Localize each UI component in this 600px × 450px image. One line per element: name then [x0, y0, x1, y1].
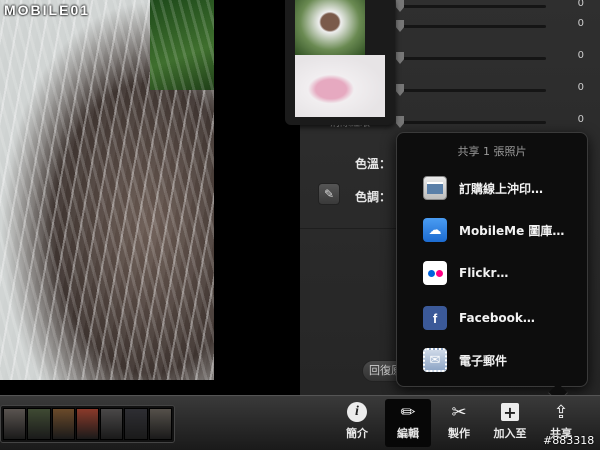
adjust-slider[interactable]: 0: [396, 82, 586, 98]
slider-knob[interactable]: [396, 116, 404, 128]
slider-value: 0: [577, 18, 584, 29]
filmstrip-thumbnail[interactable]: [3, 408, 27, 440]
share-popover-title: 共享 1 張照片: [457, 145, 527, 158]
slider-knob[interactable]: [396, 84, 404, 96]
tint-label: 色調：: [355, 190, 392, 204]
share-item-print[interactable]: 訂購線上沖印…: [423, 173, 583, 203]
slider-knob[interactable]: [396, 0, 404, 12]
adjust-slider[interactable]: 0: [396, 114, 586, 130]
filmstrip-thumbnail[interactable]: [27, 408, 51, 440]
panel-divider: [300, 228, 400, 229]
filmstrip[interactable]: [0, 405, 175, 443]
edit-button[interactable]: ✏ 編輯: [385, 399, 431, 447]
color-temp-label: 色溫：: [355, 157, 392, 171]
info-button[interactable]: i 簡介: [334, 399, 380, 447]
slider-value: 0: [577, 50, 584, 61]
print-icon: [423, 176, 447, 200]
share-item-label: 訂購線上沖印…: [459, 181, 544, 196]
adjust-slider[interactable]: 0: [396, 50, 586, 66]
scissors-icon: ✂: [451, 401, 467, 423]
edit-button-label: 編輯: [397, 427, 419, 440]
thumbnail-preview: [285, 0, 395, 125]
share-arrow-icon: ⇪: [553, 401, 569, 423]
share-item-label: 電子郵件: [459, 353, 508, 368]
share-item-label: Flickr…: [459, 266, 509, 280]
share-popover: 共享 1 張照片 訂購線上沖印… ☁ MobileMe 圖庫… Flickr… …: [396, 132, 588, 403]
share-item-mobileme[interactable]: ☁ MobileMe 圖庫…: [423, 215, 583, 245]
eyedropper-icon: ✎: [323, 187, 335, 201]
photo-veil: [0, 0, 214, 380]
filmstrip-thumbnail[interactable]: [51, 408, 75, 440]
slider-knob[interactable]: [396, 52, 404, 64]
share-item-flickr[interactable]: Flickr…: [423, 258, 583, 288]
info-button-label: 簡介: [346, 427, 368, 440]
share-item-label: Facebook…: [459, 311, 535, 325]
filmstrip-thumbnail[interactable]: [75, 408, 100, 440]
filmstrip-thumbnail[interactable]: [100, 408, 124, 440]
add-to-button[interactable]: + 加入至: [487, 399, 533, 447]
facebook-icon: f: [423, 306, 447, 330]
preview-image-bottom: [295, 55, 385, 117]
adjust-slider[interactable]: 0: [396, 18, 586, 34]
mail-stamp-icon: ✉: [423, 348, 447, 372]
filmstrip-thumbnail[interactable]: [148, 408, 172, 440]
pencil-icon: ✏: [400, 401, 416, 423]
slider-value: 0: [577, 0, 584, 9]
share-item-label: MobileMe 圖庫…: [459, 223, 565, 238]
share-item-email[interactable]: ✉ 電子郵件: [423, 345, 583, 375]
info-icon: i: [347, 402, 367, 422]
create-button[interactable]: ✂ 製作: [436, 399, 482, 447]
slider-knob[interactable]: [396, 20, 404, 32]
filmstrip-thumbnail[interactable]: [124, 408, 148, 440]
cloud-icon: ☁: [423, 218, 447, 242]
preview-image-top: [295, 0, 365, 55]
create-button-label: 製作: [448, 427, 470, 440]
watermark-logo: MOBILE01: [4, 2, 91, 18]
photo-id-label: #883318: [543, 434, 595, 447]
plus-icon: +: [501, 403, 519, 422]
flickr-icon: [423, 261, 447, 285]
main-photo: [0, 0, 214, 380]
add-to-button-label: 加入至: [493, 427, 527, 440]
eyedropper-button[interactable]: ✎: [318, 183, 340, 205]
adjust-slider[interactable]: 0: [396, 0, 586, 14]
slider-value: 0: [577, 82, 584, 93]
share-item-facebook[interactable]: f Facebook…: [423, 303, 583, 333]
slider-value: 0: [577, 114, 584, 125]
